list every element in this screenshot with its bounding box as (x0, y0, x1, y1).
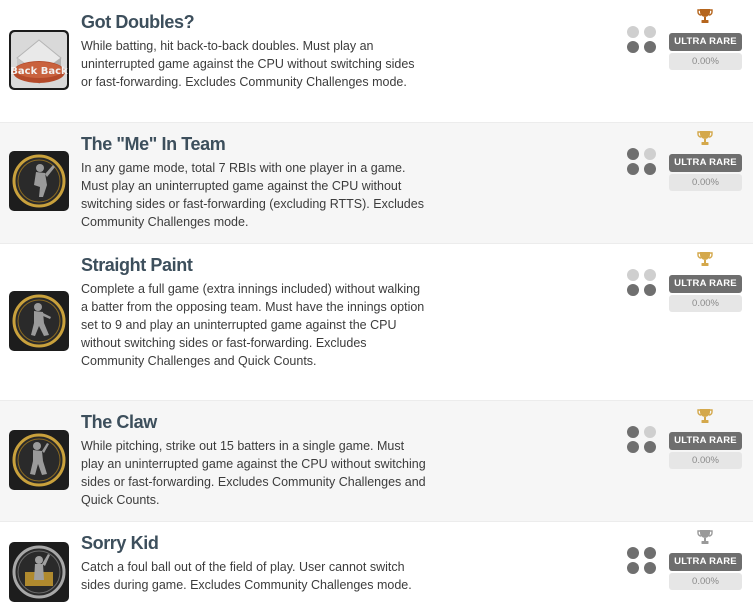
trophy-icon (697, 130, 713, 146)
difficulty-dot (644, 163, 656, 175)
rarity-badge: ULTRA RARE (669, 432, 742, 450)
difficulty-dot (627, 547, 639, 559)
difficulty-dots (627, 269, 657, 299)
achievement-description: While batting, hit back-to-back doubles.… (81, 39, 415, 89)
difficulty-dot (627, 562, 639, 574)
achievement-description: In any game mode, total 7 RBIs with one … (81, 161, 424, 229)
difficulty-dots (627, 26, 657, 56)
difficulty-dot (644, 547, 656, 559)
achievement-description: Complete a full game (extra innings incl… (81, 282, 425, 368)
batter-medallion-icon (9, 151, 69, 211)
achievement-title: Got Doubles? (81, 12, 195, 32)
difficulty-dot (644, 148, 656, 160)
trophy-icon (697, 529, 713, 545)
difficulty-dots (627, 148, 657, 178)
difficulty-dot (644, 441, 656, 453)
difficulty-dot (644, 426, 656, 438)
achievement-row[interactable]: Sorry Kid Catch a foul ball out of the f… (0, 521, 753, 611)
achievement-description: While pitching, strike out 15 batters in… (81, 439, 426, 507)
fan-catch-medallion-icon (9, 542, 69, 602)
unlock-percentage: 0.00% (669, 573, 742, 590)
rarity-badge: ULTRA RARE (669, 33, 742, 51)
difficulty-dot (627, 41, 639, 53)
difficulty-dot (627, 26, 639, 38)
difficulty-dot (627, 426, 639, 438)
svg-text:Back Back: Back Back (10, 66, 68, 77)
rarity-badge: ULTRA RARE (669, 275, 742, 293)
difficulty-dots (627, 547, 657, 577)
difficulty-dot (627, 441, 639, 453)
difficulty-dot (644, 26, 656, 38)
trophy-icon (697, 8, 713, 24)
achievement-row[interactable]: Straight Paint Complete a full game (ext… (0, 243, 753, 400)
achievement-row[interactable]: The Claw While pitching, strike out 15 b… (0, 400, 753, 521)
unlock-percentage: 0.00% (669, 174, 742, 191)
achievement-description: Catch a foul ball out of the field of pl… (81, 560, 412, 592)
achievement-row[interactable]: Back Back Got Doubles? While batting, hi… (0, 0, 753, 122)
achievement-title: Straight Paint (81, 255, 193, 275)
rarity-badge: ULTRA RARE (669, 154, 742, 172)
difficulty-dot (644, 562, 656, 574)
difficulty-dot (627, 163, 639, 175)
rarity-badge: ULTRA RARE (669, 553, 742, 571)
difficulty-dot (627, 148, 639, 160)
unlock-percentage: 0.00% (669, 53, 742, 70)
achievement-title: The "Me" In Team (81, 134, 226, 154)
achievement-row[interactable]: The "Me" In Team In any game mode, total… (0, 122, 753, 243)
achievement-title: The Claw (81, 412, 157, 432)
difficulty-dot (644, 284, 656, 296)
back-to-back-tile-icon: Back Back (9, 30, 69, 90)
difficulty-dot (627, 269, 639, 281)
trophy-icon (697, 251, 713, 267)
difficulty-dot (644, 269, 656, 281)
difficulty-dot (644, 41, 656, 53)
difficulty-dots (627, 426, 657, 456)
trophy-icon (697, 408, 713, 424)
pitcher-medallion-icon (9, 291, 69, 351)
unlock-percentage: 0.00% (669, 295, 742, 312)
pitcher-claw-medallion-icon (9, 430, 69, 490)
achievement-title: Sorry Kid (81, 533, 159, 553)
difficulty-dot (627, 284, 639, 296)
unlock-percentage: 0.00% (669, 452, 742, 469)
